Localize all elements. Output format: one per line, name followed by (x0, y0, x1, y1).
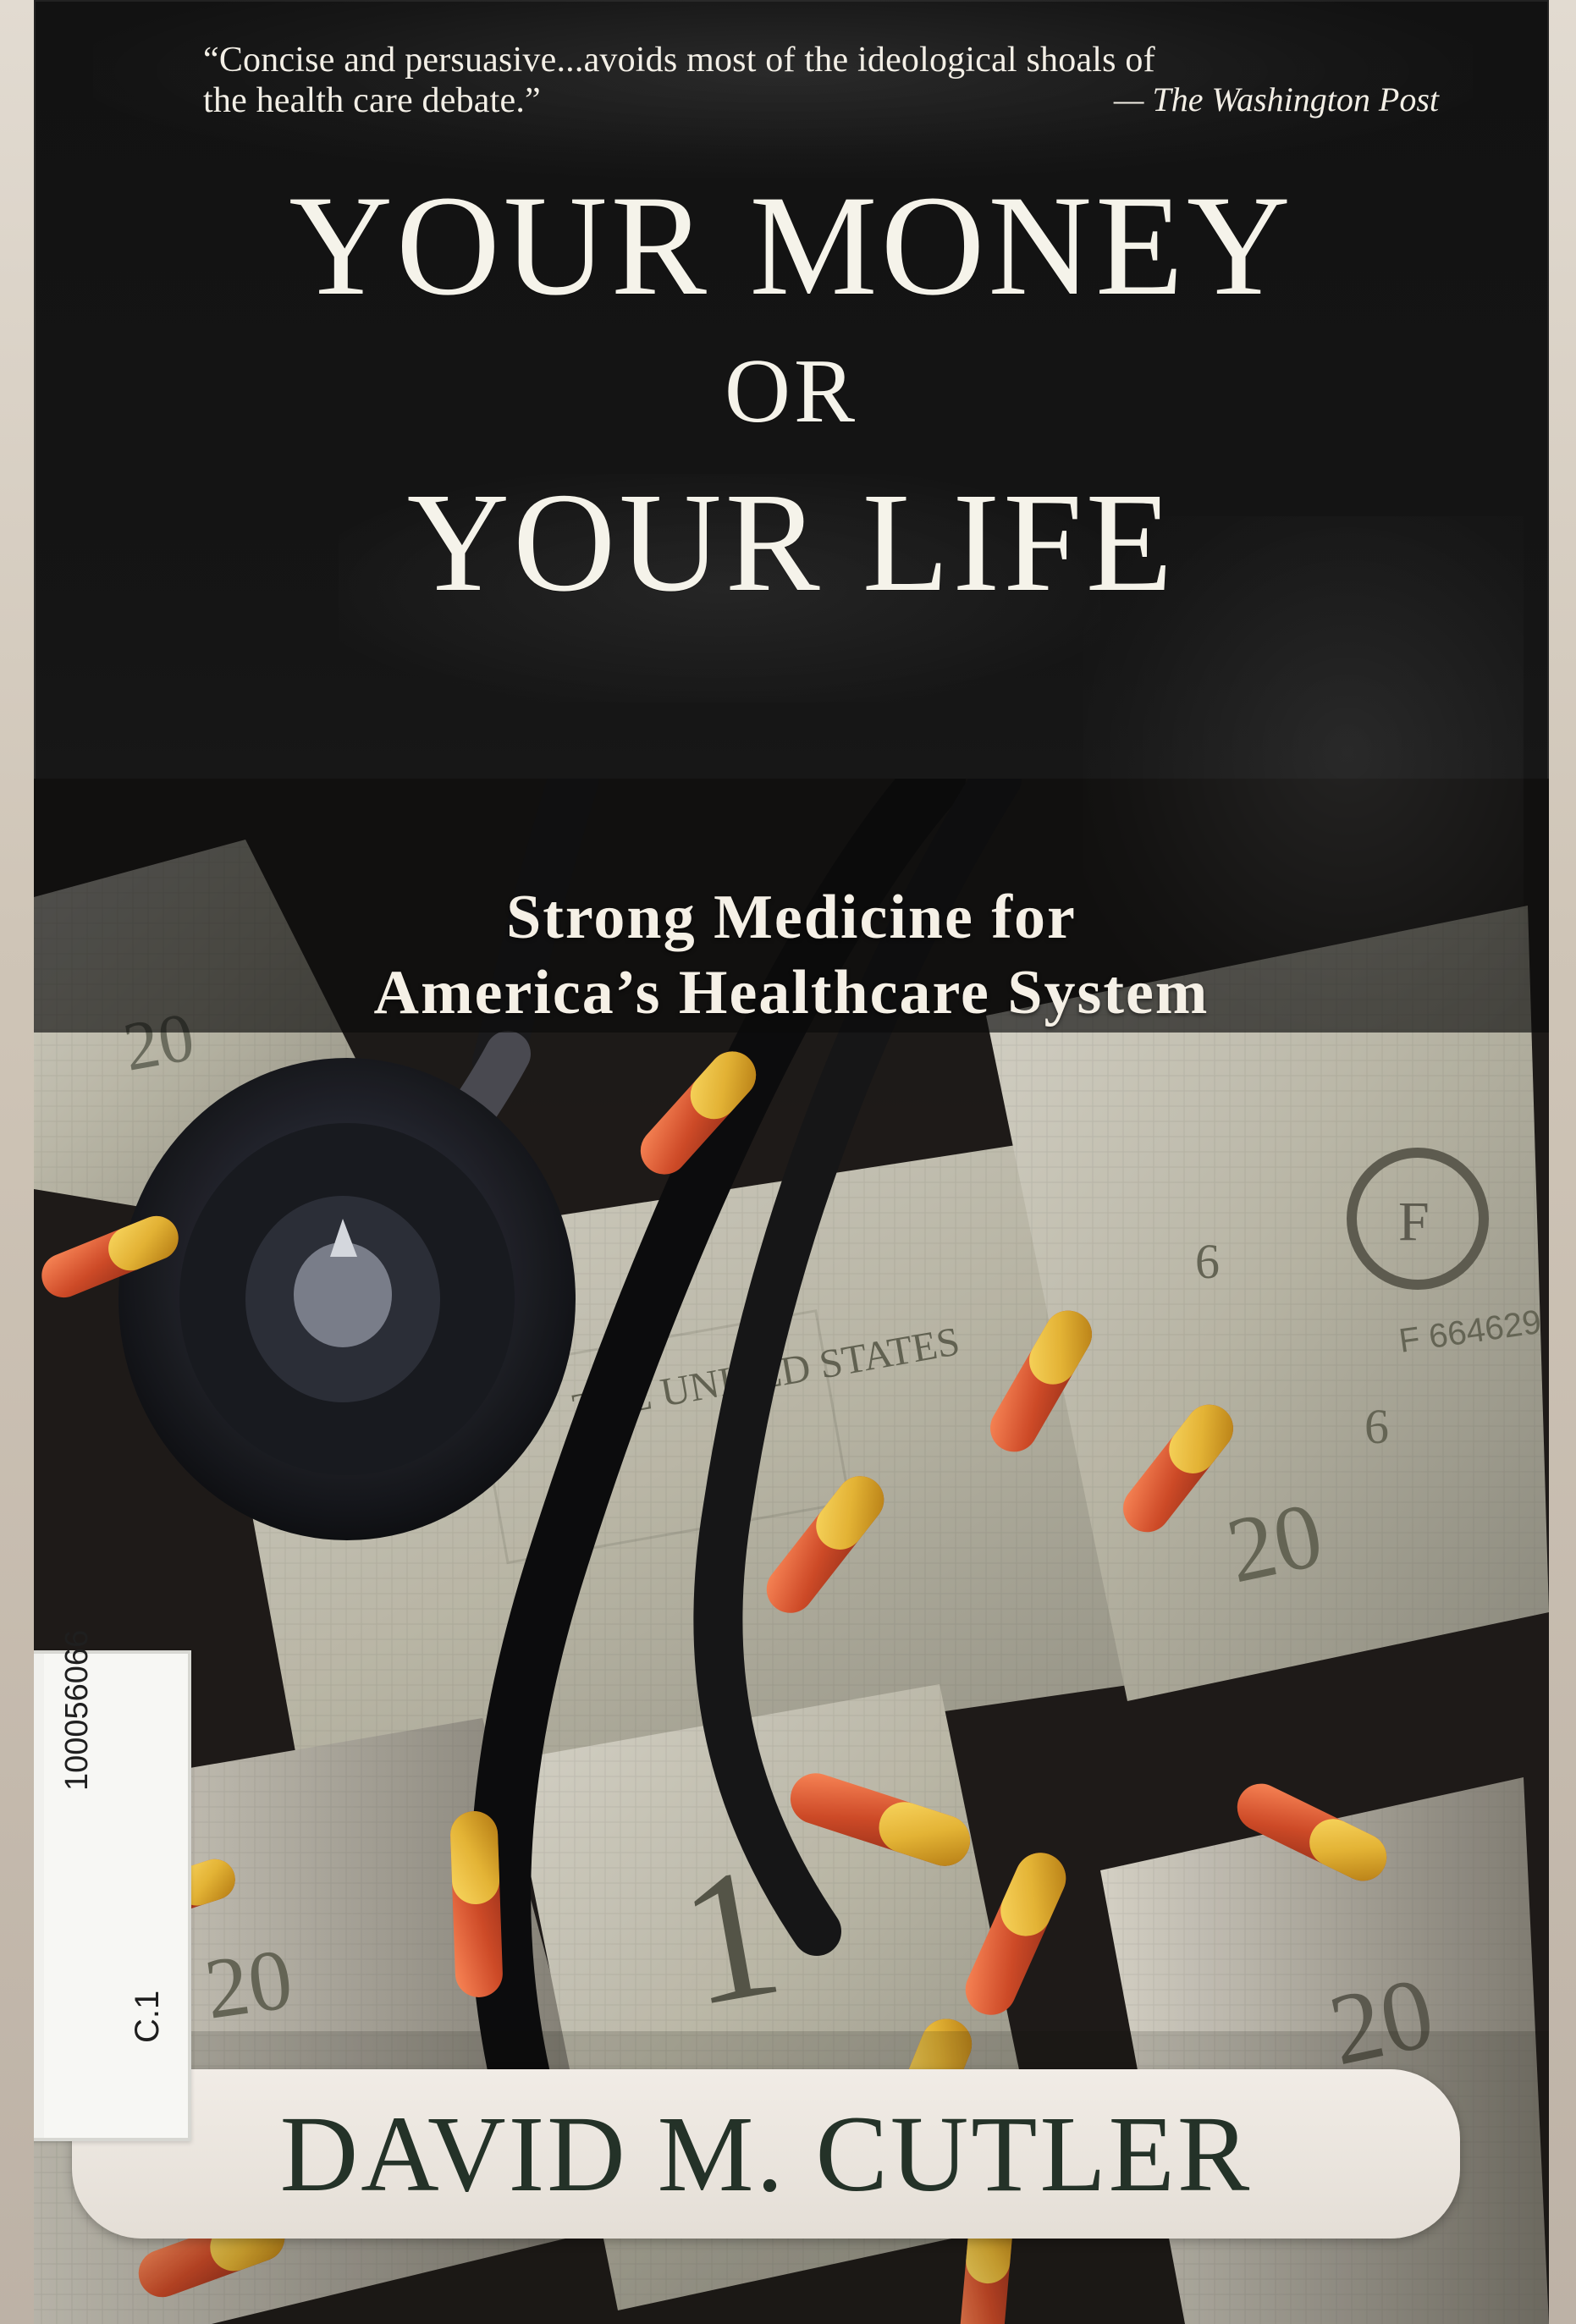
author-name: David M. Cutler (279, 2094, 1253, 2214)
svg-text:20: 20 (199, 1931, 298, 2038)
svg-text:6: 6 (1195, 1234, 1220, 1289)
library-copy-number: C.1 (129, 1990, 166, 2043)
review-quote-source: — The Washington Post (1113, 80, 1439, 118)
stethoscope-icon (118, 1058, 576, 1540)
photo-backdrop: “Concise and persuasive...avoids most of… (0, 0, 1576, 2324)
capsule-icon (450, 1811, 503, 1997)
author-banner: David M. Cutler (72, 2069, 1460, 2239)
book-title-line-2: or (724, 341, 859, 442)
book-subtitle: Strong Medicine for America’s Healthcare… (34, 880, 1549, 1031)
review-quote-line-1: “Concise and persuasive...avoids most of… (203, 41, 1155, 80)
book-title-line-1: Your Money (289, 166, 1294, 325)
book-title-line-3: Your Life (406, 464, 1176, 621)
book-cover: “Concise and persuasive...avoids most of… (34, 0, 1549, 2324)
library-call-number: 100056066 (59, 1629, 95, 1791)
library-label-text: 100056066 C.1 (51, 1630, 169, 2094)
book-subtitle-line-2: America’s Healthcare System (373, 957, 1210, 1027)
book-subtitle-line-1: Strong Medicine for (506, 883, 1077, 952)
review-quote: “Concise and persuasive...avoids most of… (203, 41, 1456, 122)
book-title: Your Money or Your Life (34, 173, 1549, 614)
library-label: 100056066 C.1 (34, 1630, 191, 2141)
svg-text:6: 6 (1364, 1399, 1389, 1454)
svg-text:F: F (1398, 1191, 1430, 1253)
